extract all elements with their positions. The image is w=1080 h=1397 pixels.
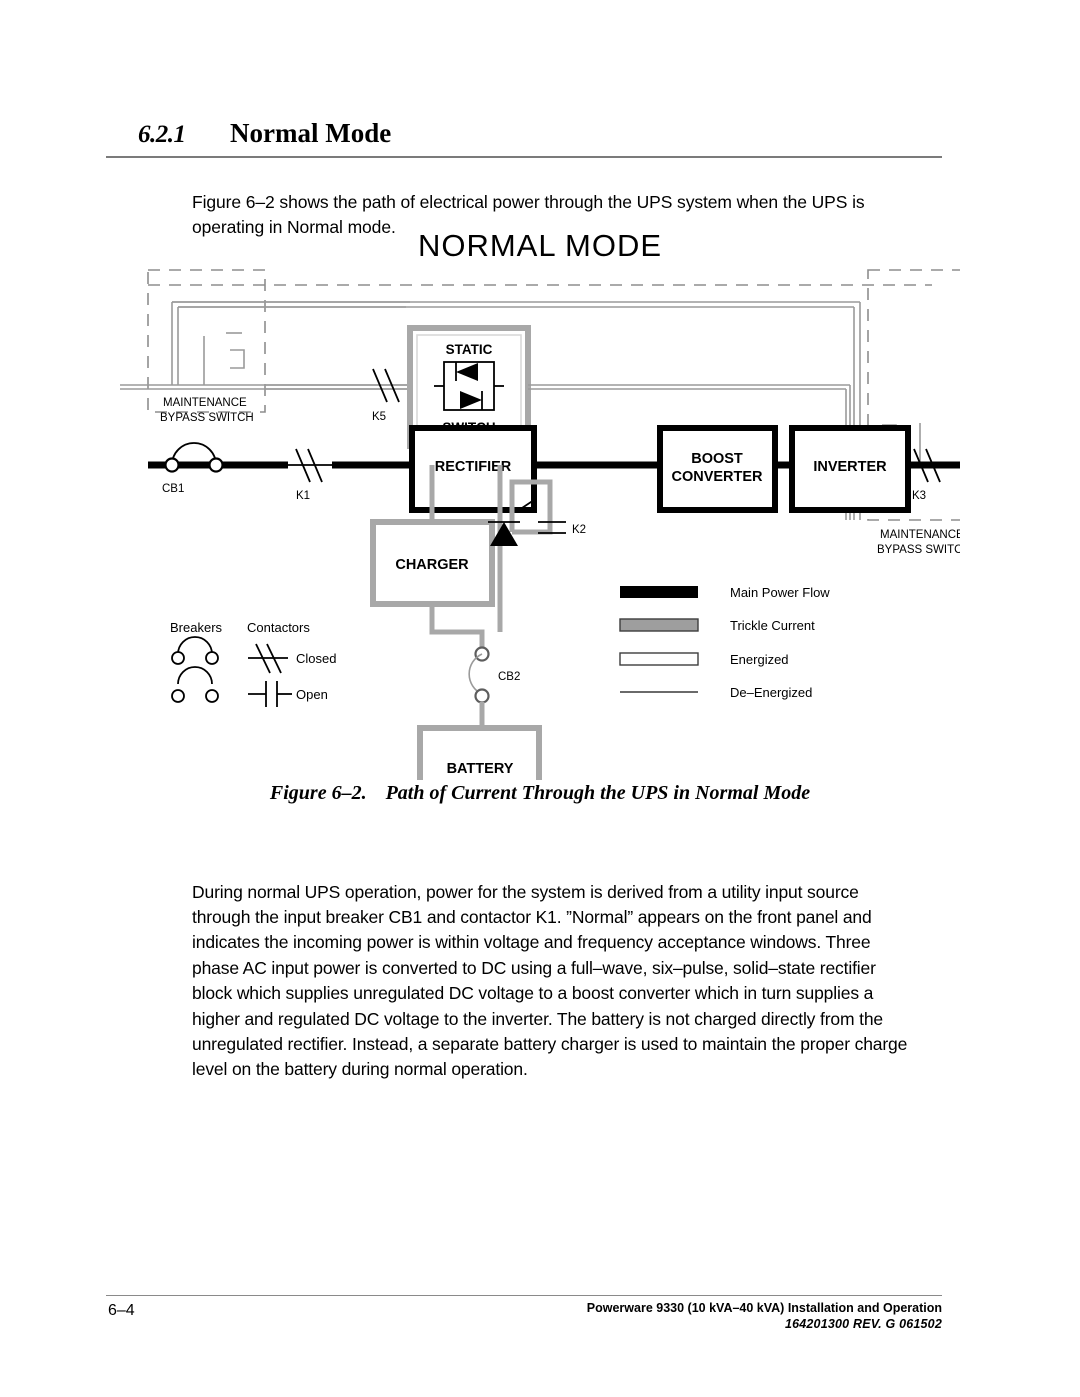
block-charger: CHARGER: [370, 519, 495, 607]
maintenance-bypass-right-group: MAINTENANCE BYPASS SWITCH: [867, 269, 960, 556]
footer-meta: Powerware 9330 (10 kVA–40 kVA) Installat…: [587, 1300, 942, 1332]
page-title: Normal Mode: [230, 118, 392, 148]
footer-document-id: 164201300 REV. G 061502: [784, 1317, 942, 1331]
block-boost-converter-label-line1: BOOST: [691, 451, 743, 467]
contactor-k5: K5: [372, 368, 400, 423]
legend: Main Power Flow Trickle Current Energize…: [619, 585, 830, 700]
breaker-cb2-label: CB2: [498, 671, 520, 683]
figure-caption-text: Path of Current Through the UPS in Norma…: [385, 782, 811, 804]
heading-divider: [106, 156, 942, 158]
maintenance-bypass-right-label-line2: BYPASS SWITCH: [877, 544, 960, 556]
legend-item-de-energized: De–Energized: [620, 685, 812, 700]
legend-label-3: De–Energized: [730, 685, 812, 700]
symbol-key-contactors-header: Contactors: [247, 620, 310, 635]
maintenance-bypass-left-label-line1: MAINTENANCE: [163, 397, 247, 409]
block-charger-label: CHARGER: [395, 557, 469, 573]
breaker-cb1: CB1: [162, 442, 224, 495]
breaker-cb1-label: CB1: [162, 483, 184, 495]
maintenance-bypass-right-label-line1: MAINTENANCE: [880, 529, 960, 541]
section-number: 6.2.1: [138, 121, 186, 148]
block-boost-converter: BOOST CONVERTER: [657, 425, 778, 513]
contactor-k1: K1: [288, 448, 332, 502]
legend-item-main-power-flow: Main Power Flow: [620, 585, 830, 600]
legend-label-2: Energized: [730, 652, 789, 667]
body-paragraph: During normal UPS operation, power for t…: [192, 881, 908, 1080]
figure-caption: Figure 6–2. Path of Current Through the …: [0, 782, 1080, 805]
footer-divider: [106, 1295, 942, 1296]
figure-caption-label: Figure 6–2.: [269, 782, 367, 804]
block-battery-label: BATTERY: [447, 761, 514, 777]
symbol-breaker-open: [171, 666, 219, 703]
footer-product-line: Powerware 9330 (10 kVA–40 kVA) Installat…: [586, 1301, 942, 1315]
block-battery: BATTERY: [417, 725, 542, 780]
contactor-k2-label: K2: [572, 524, 586, 536]
breaker-cb2: CB2: [468, 646, 520, 728]
legend-label-0: Main Power Flow: [730, 585, 830, 600]
symbol-key-breakers-header: Breakers: [170, 620, 223, 635]
symbol-key: Breakers Contactors Closed Open: [170, 620, 336, 707]
legend-item-trickle-current: Trickle Current: [619, 618, 815, 633]
block-inverter-label: INVERTER: [813, 459, 887, 475]
static-switch-label-line1: STATIC: [446, 342, 493, 357]
block-boost-converter-label-line2: CONVERTER: [671, 469, 763, 485]
maintenance-bypass-left-label-line2: BYPASS SWITCH: [160, 412, 254, 424]
section-heading: 6.2.1 Normal Mode: [138, 118, 942, 149]
symbol-breaker-closed: [171, 636, 219, 665]
symbol-key-closed-label: Closed: [296, 651, 336, 666]
legend-label-1: Trickle Current: [730, 618, 815, 633]
legend-item-energized: Energized: [619, 652, 789, 667]
page-number: 6–4: [108, 1302, 135, 1319]
contactor-k3: K3: [912, 448, 941, 502]
contactor-k1-label: K1: [296, 490, 310, 502]
symbol-key-open-label: Open: [296, 687, 328, 702]
contactor-k3-label: K3: [912, 490, 926, 502]
symbol-contactor-open: Open: [248, 681, 328, 707]
bypass-bus-left: K5: [265, 368, 407, 423]
symbol-contactor-closed: Closed: [248, 643, 336, 674]
figure-normal-mode: NORMAL MODE .thick { stroke:#000; stroke…: [0, 222, 1080, 782]
maintenance-bypass-left-group: MAINTENANCE BYPASS SWITCH: [120, 269, 410, 424]
contactor-k5-label: K5: [372, 411, 386, 423]
block-inverter: INVERTER: [789, 425, 911, 513]
charger-output-bus: [429, 604, 503, 650]
ups-normal-mode-diagram: .thick { stroke:#000; stroke-width:7; fi…: [120, 269, 960, 780]
